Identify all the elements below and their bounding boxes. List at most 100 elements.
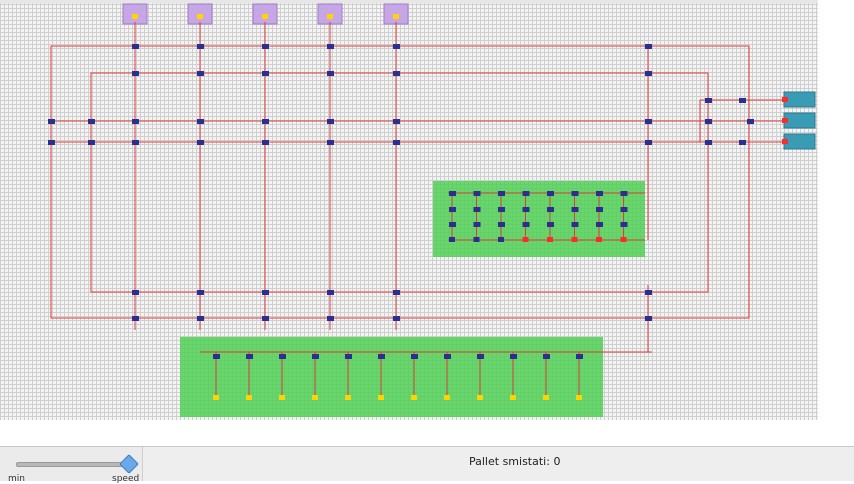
track-node <box>645 71 652 76</box>
lane-node <box>571 207 579 212</box>
output-bay-marker <box>782 97 788 102</box>
status-count: 0 <box>553 455 561 468</box>
lane-node <box>213 354 220 359</box>
lane-slot <box>213 395 219 400</box>
track-node <box>739 140 746 145</box>
lane-node <box>620 207 628 212</box>
track-node <box>48 119 55 124</box>
lane-slot <box>498 237 504 242</box>
track-node <box>132 140 139 145</box>
input-bay-marker <box>197 14 203 19</box>
status-label: Pallet smistati: <box>469 455 550 468</box>
track-node <box>197 119 204 124</box>
lane-node <box>547 207 554 212</box>
lane-slot <box>571 237 578 242</box>
canvas-right-margin <box>818 0 854 420</box>
track-node <box>197 140 204 145</box>
lane-node <box>571 222 579 227</box>
input-bay-marker <box>132 14 138 19</box>
sorting-zone-right <box>433 181 645 257</box>
lane-node <box>620 222 628 227</box>
track-node <box>132 290 139 295</box>
speed-slider-track[interactable] <box>16 462 136 467</box>
lane-node <box>620 191 628 196</box>
lane-node <box>411 354 418 359</box>
input-bay-marker <box>393 14 399 19</box>
warehouse-layout <box>48 3 816 417</box>
lane-slot <box>510 395 516 400</box>
simulation-canvas <box>0 0 818 420</box>
lane-node <box>522 191 530 196</box>
track-node <box>88 119 95 124</box>
lane-slot <box>473 237 480 242</box>
lane-node <box>449 222 456 227</box>
lane-node <box>498 222 505 227</box>
track-node <box>739 98 746 103</box>
track-node <box>197 44 204 49</box>
track-node <box>132 119 139 124</box>
track-node <box>327 316 334 321</box>
lane-node <box>596 191 603 196</box>
track-node <box>645 140 652 145</box>
input-bay-marker <box>327 14 333 19</box>
track-node <box>747 119 754 124</box>
track-node <box>393 316 400 321</box>
lane-slot <box>543 395 549 400</box>
track-node <box>393 71 400 76</box>
track-node <box>393 140 400 145</box>
track-node <box>645 290 652 295</box>
track-node <box>132 71 139 76</box>
lane-node <box>498 207 505 212</box>
lane-node <box>477 354 484 359</box>
lane-node <box>576 354 583 359</box>
control-panel: min speed Pallet smistati: 0 <box>0 446 854 484</box>
lane-slot <box>246 395 252 400</box>
track-node <box>88 140 95 145</box>
sorted-pallets-status: Pallet smistati: 0 <box>469 455 560 468</box>
track-node <box>705 119 712 124</box>
lane-node <box>279 354 286 359</box>
track-node <box>327 44 334 49</box>
lane-slot <box>596 237 602 242</box>
lane-node <box>246 354 253 359</box>
lane-slot <box>444 395 450 400</box>
lane-node <box>378 354 385 359</box>
track-node <box>132 44 139 49</box>
lane-slot <box>279 395 285 400</box>
lane-node <box>543 354 550 359</box>
track-node <box>645 44 652 49</box>
output-bay-2 <box>783 112 816 129</box>
lane-node <box>312 354 319 359</box>
track-node <box>645 119 652 124</box>
canvas-top-border <box>0 0 818 3</box>
lane-node <box>345 354 352 359</box>
track-node <box>327 71 334 76</box>
slider-max-label: speed <box>112 474 140 484</box>
track-node <box>132 316 139 321</box>
track-node <box>197 71 204 76</box>
lane-node <box>449 207 456 212</box>
track-node <box>262 119 269 124</box>
track-node <box>327 140 334 145</box>
speed-slider-thumb[interactable] <box>119 454 139 474</box>
lane-slot <box>576 395 582 400</box>
output-bay-1 <box>783 91 816 108</box>
output-bay-marker <box>782 139 788 144</box>
lane-slot <box>411 395 417 400</box>
track-node <box>48 140 55 145</box>
input-bay-marker <box>262 14 268 19</box>
lane-slot <box>522 237 529 242</box>
lane-node <box>596 222 603 227</box>
lane-node <box>510 354 517 359</box>
lane-slot <box>620 237 627 242</box>
track-node <box>197 316 204 321</box>
lane-slot <box>477 395 483 400</box>
lane-node <box>498 191 505 196</box>
sorting-zone-bottom <box>180 337 603 417</box>
track-node <box>262 316 269 321</box>
lane-node <box>473 207 481 212</box>
lane-node <box>547 191 554 196</box>
track-node <box>327 290 334 295</box>
lane-slot <box>449 237 455 242</box>
track-node <box>393 119 400 124</box>
